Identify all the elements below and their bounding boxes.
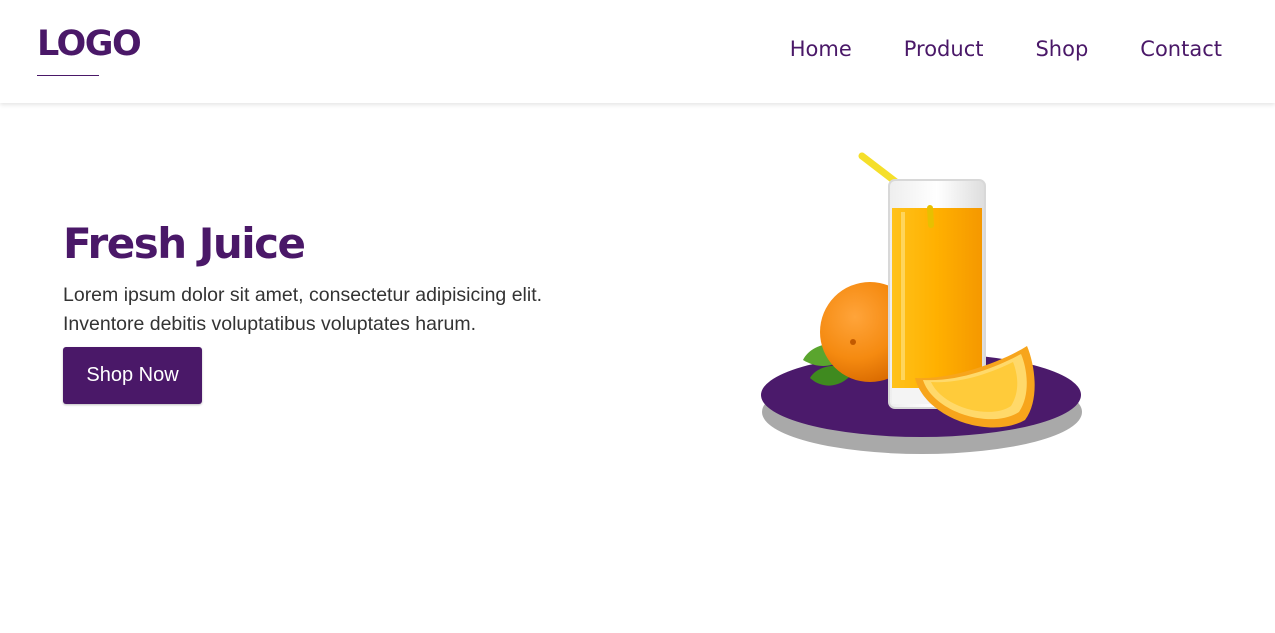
site-header: LOGO Home Product Shop Contact: [0, 0, 1275, 103]
nav-home-link[interactable]: Home: [790, 34, 852, 64]
shop-now-button[interactable]: Shop Now: [63, 347, 202, 404]
juice: [892, 208, 982, 388]
logo[interactable]: LOGO: [37, 22, 142, 66]
nav-contact-link[interactable]: Contact: [1140, 34, 1222, 64]
nav-product-link[interactable]: Product: [904, 34, 984, 64]
logo-underline: [37, 75, 99, 76]
hero-description: Lorem ipsum dolor sit amet, consectetur …: [63, 284, 543, 335]
nav-shop-link[interactable]: Shop: [1035, 34, 1088, 64]
main-nav: Home Product Shop Contact: [738, 34, 1222, 64]
juice-product-image: [761, 152, 1082, 454]
hero-title: Fresh Juice: [63, 219, 306, 268]
